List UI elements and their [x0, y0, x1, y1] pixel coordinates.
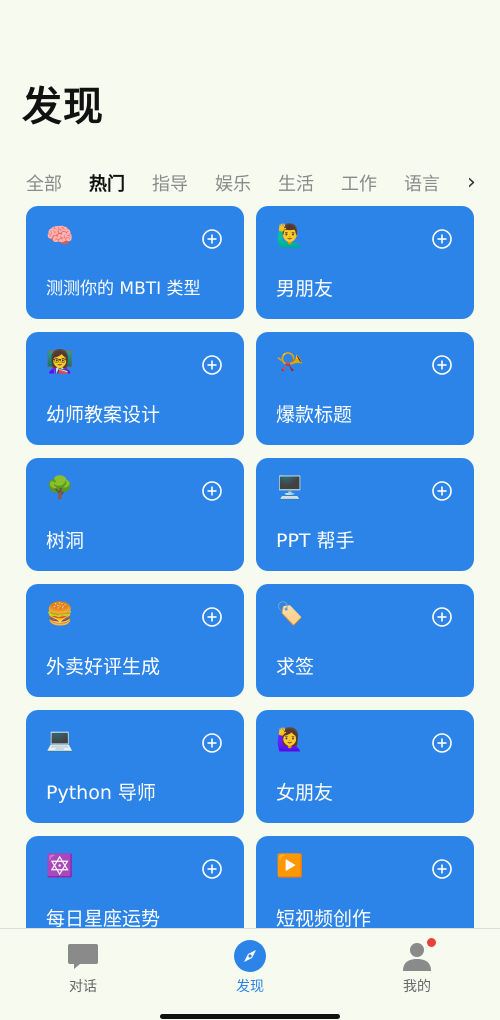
chat-bubble-icon — [66, 939, 100, 973]
card-girlfriend[interactable]: 🙋‍♀️ 女朋友 — [256, 710, 474, 823]
card-label: 测测你的 MBTI 类型 — [46, 279, 201, 299]
plus-circle-icon[interactable] — [432, 733, 452, 753]
category-tabs: 全部 热门 指导 娱乐 生活 工作 语言 › — [26, 168, 486, 198]
card-label: 树洞 — [46, 530, 85, 552]
tab-language[interactable]: 语言 — [404, 170, 440, 196]
tab-entertainment[interactable]: 娱乐 — [215, 170, 251, 196]
bottom-nav: 对话 发现 我的 — [0, 928, 500, 1020]
discover-page: 发现 全部 热门 指导 娱乐 生活 工作 语言 › 🧠 测测你的 MBTI 类型… — [0, 0, 500, 1020]
plus-circle-icon[interactable] — [202, 355, 222, 375]
card-label: 女朋友 — [276, 782, 334, 804]
card-label: 爆款标题 — [276, 404, 353, 426]
horn-icon: 📯 — [276, 350, 304, 375]
tab-work[interactable]: 工作 — [341, 170, 377, 196]
hamburger-icon: 🍔 — [46, 602, 74, 627]
label-tag-icon: 🏷️ — [276, 602, 304, 627]
plus-circle-icon[interactable] — [432, 859, 452, 879]
nav-me[interactable]: 我的 — [377, 938, 457, 996]
teacher-icon: 👩‍🏫 — [46, 350, 74, 375]
notification-badge — [427, 938, 436, 947]
card-label: 每日星座运势 — [46, 908, 161, 930]
plus-circle-icon[interactable] — [432, 355, 452, 375]
desktop-computer-icon: 🖥️ — [276, 476, 304, 501]
card-fortune-stick[interactable]: 🏷️ 求签 — [256, 584, 474, 697]
tab-guidance[interactable]: 指导 — [152, 170, 188, 196]
card-boyfriend[interactable]: 🙋‍♂️ 男朋友 — [256, 206, 474, 319]
card-label: 男朋友 — [276, 278, 334, 300]
tab-life[interactable]: 生活 — [278, 170, 314, 196]
nav-discover-label: 发现 — [236, 979, 264, 995]
card-label: Python 导师 — [46, 782, 156, 804]
tab-hot[interactable]: 热门 — [89, 170, 125, 196]
page-title: 发现 — [22, 84, 104, 130]
plus-circle-icon[interactable] — [202, 859, 222, 879]
plus-circle-icon[interactable] — [202, 481, 222, 501]
plus-circle-icon[interactable] — [202, 733, 222, 753]
star-of-david-icon: 🔯 — [46, 854, 74, 879]
person-icon — [400, 938, 436, 973]
card-label: 求签 — [276, 656, 315, 678]
play-button-icon: ▶️ — [276, 854, 304, 879]
plus-circle-icon[interactable] — [432, 481, 452, 501]
card-mbti-test[interactable]: 🧠 测测你的 MBTI 类型 — [26, 206, 244, 319]
tree-icon: 🌳 — [46, 476, 74, 501]
card-tree-hole[interactable]: 🌳 树洞 — [26, 458, 244, 571]
nav-chat-label: 对话 — [69, 979, 97, 995]
card-python-tutor[interactable]: 💻 Python 导师 — [26, 710, 244, 823]
card-delivery-review[interactable]: 🍔 外卖好评生成 — [26, 584, 244, 697]
plus-circle-icon[interactable] — [432, 229, 452, 249]
man-raising-hand-icon: 🙋‍♂️ — [276, 224, 304, 249]
chevron-right-icon[interactable]: › — [467, 172, 476, 194]
nav-discover[interactable]: 发现 — [210, 939, 290, 996]
card-label: 外卖好评生成 — [46, 656, 161, 678]
woman-raising-hand-icon: 🙋‍♀️ — [276, 728, 304, 753]
plus-circle-icon[interactable] — [432, 607, 452, 627]
card-label: 短视频创作 — [276, 908, 372, 930]
home-indicator — [160, 1014, 340, 1019]
bot-card-grid: 🧠 测测你的 MBTI 类型 🙋‍♂️ 男朋友 👩‍🏫 幼师教案设计 📯 爆款标… — [26, 206, 474, 949]
nav-me-label: 我的 — [403, 979, 431, 995]
laptop-icon: 💻 — [46, 728, 74, 753]
plus-circle-icon[interactable] — [202, 229, 222, 249]
card-kindergarten-lesson[interactable]: 👩‍🏫 幼师教案设计 — [26, 332, 244, 445]
plus-circle-icon[interactable] — [202, 607, 222, 627]
tab-all[interactable]: 全部 — [26, 170, 62, 196]
card-viral-title[interactable]: 📯 爆款标题 — [256, 332, 474, 445]
card-label: PPT 帮手 — [276, 530, 355, 552]
card-ppt-helper[interactable]: 🖥️ PPT 帮手 — [256, 458, 474, 571]
card-label: 幼师教案设计 — [46, 404, 161, 426]
compass-icon — [233, 939, 267, 973]
brain-icon: 🧠 — [46, 224, 74, 249]
nav-chat[interactable]: 对话 — [43, 939, 123, 996]
